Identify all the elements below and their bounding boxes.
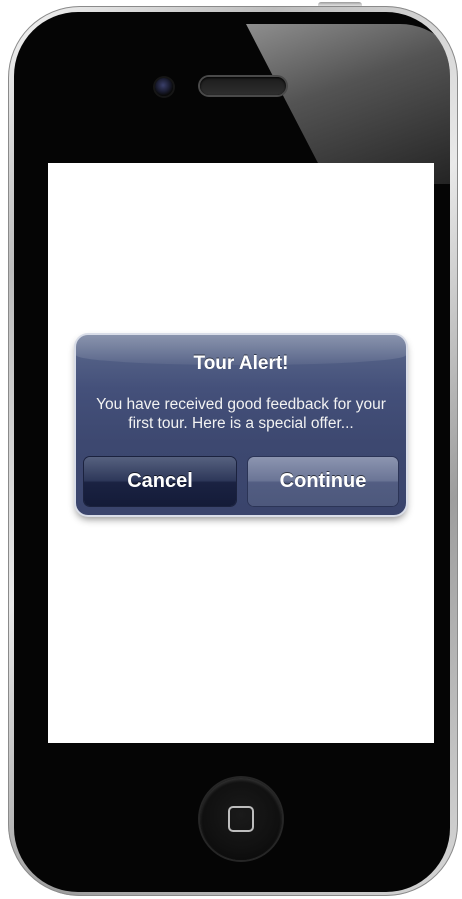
- alert-dialog: Tour Alert! You have received good feedb…: [76, 335, 406, 515]
- alert-title: Tour Alert!: [193, 353, 289, 374]
- continue-button[interactable]: Continue: [248, 457, 398, 506]
- home-button-icon: [228, 806, 254, 832]
- glass-glare: [246, 24, 450, 184]
- alert-message: You have received good feedback for your…: [96, 396, 386, 432]
- stage: Tour Alert! You have received good feedb…: [0, 0, 462, 899]
- front-camera-icon: [155, 78, 173, 96]
- home-button[interactable]: [200, 778, 282, 860]
- screen: Tour Alert! You have received good feedb…: [48, 163, 434, 743]
- cancel-button[interactable]: Cancel: [84, 457, 236, 506]
- earpiece-speaker-icon: [200, 77, 286, 95]
